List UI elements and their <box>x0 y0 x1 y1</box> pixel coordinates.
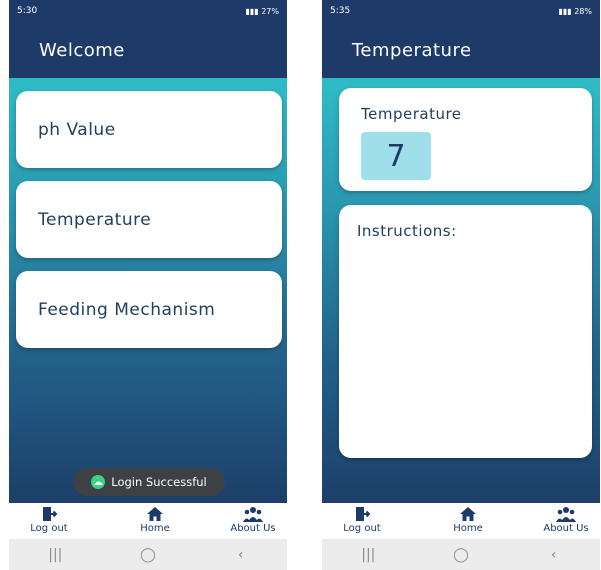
login-toast: Login Successful <box>73 468 225 496</box>
nav-home[interactable]: Home <box>125 506 185 534</box>
instructions-label: Instructions: <box>357 222 457 240</box>
nav-label: About Us <box>230 523 276 534</box>
group-icon <box>556 507 576 522</box>
home-icon <box>460 507 476 521</box>
status-time: 5:35 <box>330 6 351 16</box>
toast-message: Login Successful <box>111 475 207 489</box>
nav-about-us[interactable]: About Us <box>223 506 283 534</box>
status-time: 5:30 <box>17 6 38 16</box>
nav-logout[interactable]: Log out <box>19 506 79 534</box>
signal-icon: ▮▮▮ <box>558 6 575 16</box>
menu-card-label: Feeding Mechanism <box>38 299 216 320</box>
menu-card-label: ph Value <box>38 119 116 140</box>
bottom-nav: Log out Home About Us <box>9 503 287 539</box>
status-bar: 5:35 ▮▮▮ 28% <box>322 0 600 22</box>
signal-icon: ▮▮▮ <box>245 6 262 16</box>
phone-screen-temperature: 5:35 ▮▮▮ 28% Temperature Temperature 7 I… <box>322 0 600 570</box>
temperature-label: Temperature <box>361 105 462 123</box>
nav-label: About Us <box>543 523 589 534</box>
status-battery: ▮▮▮ 28% <box>558 6 592 16</box>
bottom-nav: Log out Home About Us <box>322 503 600 539</box>
nav-label: Home <box>140 523 170 534</box>
phone-screen-welcome: 5:30 ▮▮▮ 27% Welcome ph Value Temperatur… <box>9 0 287 570</box>
menu-card-feeding-mechanism[interactable]: Feeding Mechanism <box>16 271 282 348</box>
group-icon <box>243 507 263 522</box>
recents-icon[interactable]: ||| <box>348 547 388 563</box>
main-content: Temperature 7 Instructions: <box>322 78 600 503</box>
temperature-value: 7 <box>361 132 431 180</box>
temperature-card: Temperature 7 <box>339 88 592 191</box>
menu-card-temperature[interactable]: Temperature <box>16 181 282 258</box>
system-nav-bar: ||| ◯ ‹ <box>322 539 600 570</box>
app-bar: Welcome <box>9 22 287 78</box>
logout-icon <box>356 507 370 521</box>
nav-label: Home <box>453 523 483 534</box>
main-content: ph Value Temperature Feeding Mechanism <box>9 78 287 503</box>
page-title: Welcome <box>39 39 125 61</box>
logout-icon <box>43 507 57 521</box>
back-icon[interactable]: ‹ <box>534 547 574 563</box>
menu-card-ph-value[interactable]: ph Value <box>16 91 282 168</box>
status-bar: 5:30 ▮▮▮ 27% <box>9 0 287 22</box>
nav-about-us[interactable]: About Us <box>536 506 596 534</box>
home-icon <box>147 507 163 521</box>
recents-icon[interactable]: ||| <box>35 547 75 563</box>
home-circle-icon[interactable]: ◯ <box>441 547 481 563</box>
nav-label: Log out <box>30 523 68 534</box>
back-icon[interactable]: ‹ <box>221 547 261 563</box>
home-circle-icon[interactable]: ◯ <box>128 547 168 563</box>
nav-home[interactable]: Home <box>438 506 498 534</box>
nav-logout[interactable]: Log out <box>332 506 392 534</box>
system-nav-bar: ||| ◯ ‹ <box>9 539 287 570</box>
nav-label: Log out <box>343 523 381 534</box>
app-icon <box>91 475 106 489</box>
page-title: Temperature <box>352 39 472 61</box>
menu-card-label: Temperature <box>38 209 152 230</box>
instructions-card: Instructions: <box>339 205 592 458</box>
status-battery: ▮▮▮ 27% <box>245 6 279 16</box>
app-bar: Temperature <box>322 22 600 78</box>
